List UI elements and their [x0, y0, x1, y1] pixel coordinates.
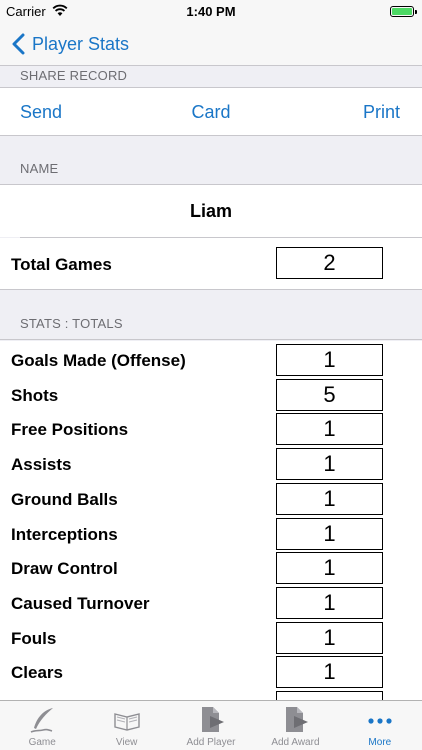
stat-label: Caused Turnover — [11, 593, 150, 613]
tab-label: View — [115, 737, 138, 748]
player-name: Liam — [0, 185, 422, 237]
more-dots-icon — [368, 718, 392, 724]
share-actions-row: Send Card Print — [0, 88, 422, 136]
stat-label: Draw Control — [11, 559, 118, 579]
tab-label: More — [368, 737, 392, 748]
name-section-header: NAME — [0, 136, 422, 185]
stat-row-ground-balls: Ground Balls 1 — [0, 480, 422, 515]
stat-row-goals-made: Goals Made (Offense) 1 — [0, 341, 422, 376]
navigation-bar: Player Stats — [0, 22, 422, 66]
tab-label: Add Award — [271, 737, 320, 748]
stat-label: Clears — [11, 663, 63, 683]
tab-label: Game — [28, 737, 56, 748]
total-games-row: Total Games 2 — [0, 238, 422, 290]
stat-label: Fouls — [11, 628, 57, 648]
stat-row-free-positions: Free Positions 1 — [0, 410, 422, 446]
tab-game[interactable]: Game — [0, 701, 84, 750]
stats-list: Goals Made (Offense) 1 Shots 5 Free Posi… — [0, 341, 422, 701]
tab-label: Add Player — [186, 737, 236, 748]
quill-icon — [30, 708, 54, 733]
stat-label: Interceptions — [11, 524, 118, 544]
stat-value-field[interactable]: 1 — [276, 482, 383, 515]
total-games-field[interactable]: 2 — [276, 247, 383, 279]
chevron-left-icon — [12, 33, 25, 55]
stat-value-field[interactable]: 1 — [276, 517, 383, 550]
stat-row-caused-turnover: Caused Turnover 1 — [0, 584, 422, 619]
stats-totals-header: STATS : TOTALS — [0, 290, 422, 340]
stat-row-assists: Assists 1 — [0, 445, 422, 481]
stat-label: Shots — [11, 385, 59, 405]
back-button[interactable]: Player Stats — [10, 30, 129, 58]
tab-add-award[interactable]: Add Award — [253, 701, 337, 750]
document-arrow-icon — [286, 707, 309, 732]
stat-row-interceptions: Interceptions 1 — [0, 515, 422, 550]
card-button[interactable]: Card — [161, 102, 261, 123]
stat-label: Ground Balls — [11, 489, 118, 509]
print-button[interactable]: Print — [363, 102, 400, 123]
stat-label: Assists — [11, 455, 72, 475]
total-games-label: Total Games — [11, 255, 112, 274]
tab-add-player[interactable]: Add Player — [169, 701, 253, 750]
tab-bar: Game View Add Player Add Award More — [0, 700, 422, 750]
tab-view[interactable]: View — [84, 701, 168, 750]
stat-value-field[interactable]: 1 — [276, 621, 383, 654]
stat-value-field[interactable]: 1 — [276, 448, 383, 481]
stat-label: Free Positions — [11, 420, 129, 440]
stat-value-field[interactable]: 1 — [276, 413, 383, 446]
status-time: 1:40 PM — [186, 4, 236, 19]
document-arrow-icon — [202, 707, 225, 732]
stat-row-shots: Shots 5 — [0, 376, 422, 411]
stat-label: Goals Made (Offense) — [11, 351, 186, 370]
stat-value-field[interactable]: 5 — [276, 378, 383, 411]
send-button[interactable]: Send — [20, 102, 62, 123]
stat-value-field[interactable]: 1 — [276, 552, 383, 585]
stat-row-draw-control: Draw Control 1 — [0, 549, 422, 585]
stat-row-fouls: Fouls 1 — [0, 619, 422, 654]
back-button-label: Player Stats — [32, 33, 130, 54]
battery-icon — [390, 6, 417, 17]
stat-row-clears: Clears 1 — [0, 653, 422, 689]
status-bar: Carrier 1:40 PM — [0, 0, 422, 22]
tab-more[interactable]: More — [338, 701, 422, 750]
stat-value-field[interactable]: 1 — [276, 344, 383, 376]
share-record-header: SHARE RECORD — [0, 66, 422, 88]
stat-value-field[interactable]: 1 — [276, 586, 383, 619]
stat-value-field[interactable]: 1 — [276, 656, 383, 689]
book-icon — [113, 713, 140, 731]
